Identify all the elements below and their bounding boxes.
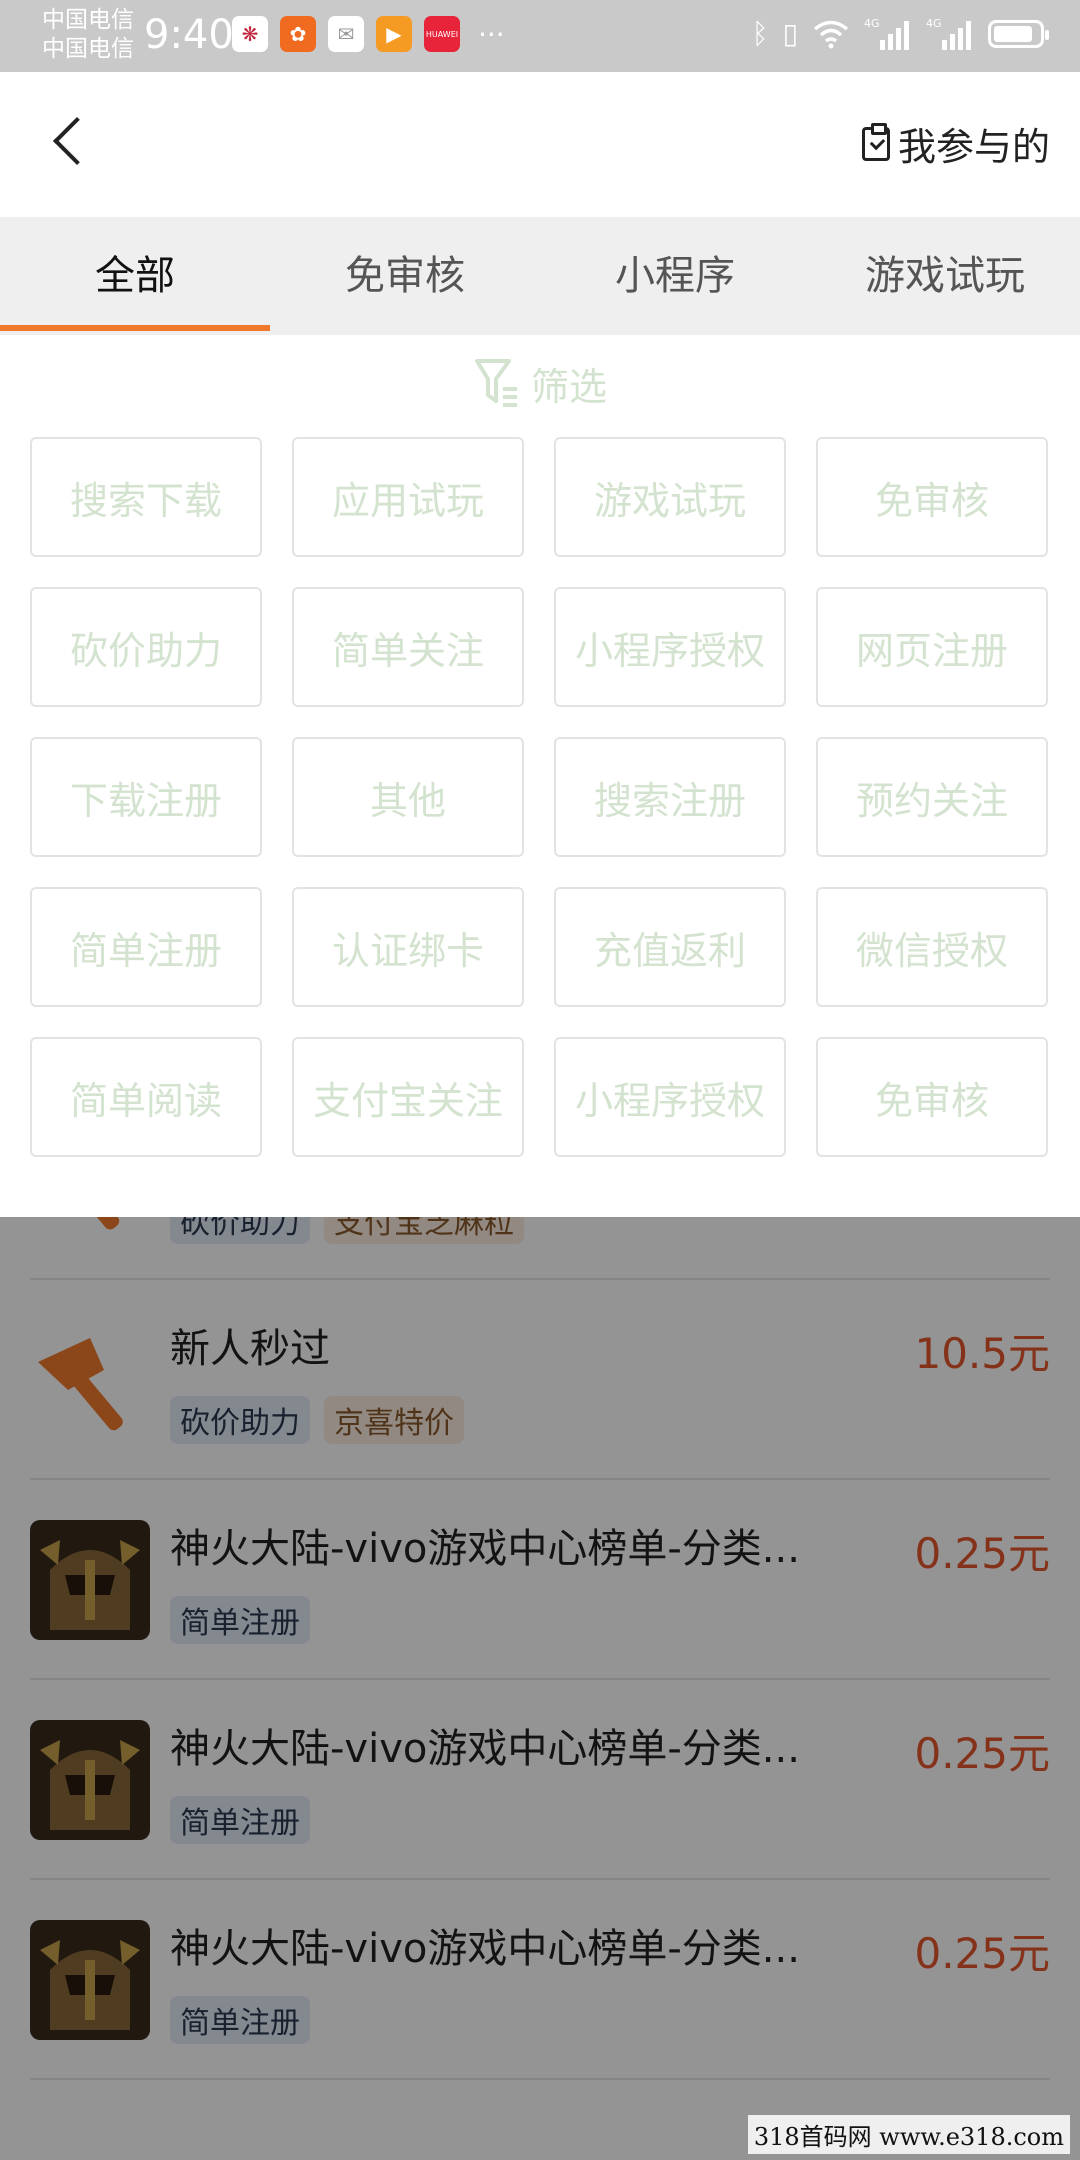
- filter-label: 筛选: [530, 364, 607, 409]
- mail-app-icon: ✉: [328, 16, 364, 52]
- my-participation-button[interactable]: 我参与的: [861, 116, 1050, 171]
- filter-chip[interactable]: 免审核: [816, 1037, 1048, 1157]
- signal-label: 4G: [926, 17, 942, 30]
- filter-chip[interactable]: 网页注册: [816, 587, 1048, 707]
- signal-4g-icon: 4G: [926, 17, 971, 50]
- filter-chip[interactable]: 简单注册: [30, 887, 262, 1007]
- wifi-icon: [813, 20, 849, 49]
- filter-chip[interactable]: 小程序授权: [554, 1037, 786, 1157]
- red-snowflake-app-icon: ❋: [232, 16, 268, 52]
- tab-mini-program[interactable]: 小程序: [540, 217, 810, 335]
- watermark: 318首码网 www.e318.com: [747, 2115, 1070, 2154]
- tab-game-trial[interactable]: 游戏试玩: [810, 217, 1080, 335]
- filter-chip-grid: 搜索下载 应用试玩 游戏试玩 免审核 砍价助力 简单关注 小程序授权 网页注册 …: [30, 437, 1050, 1157]
- filter-chip[interactable]: 充值返利: [554, 887, 786, 1007]
- signal-4g-icon: 4G: [864, 17, 909, 50]
- filter-chip[interactable]: 微信授权: [816, 887, 1048, 1007]
- vibrate-icon: ▯: [782, 17, 798, 50]
- huawei-app-icon: HUAWEI: [424, 16, 460, 52]
- tab-all[interactable]: 全部: [0, 217, 270, 335]
- filter-chip[interactable]: 小程序授权: [554, 587, 786, 707]
- status-indicators: ᛒ ▯ 4G 4G: [751, 14, 1049, 54]
- more-icon: ···: [478, 17, 505, 51]
- filter-chip[interactable]: 简单阅读: [30, 1037, 262, 1157]
- battery-icon: [988, 20, 1049, 48]
- carrier-label: 中国电信: [42, 7, 134, 33]
- filter-chip[interactable]: 下载注册: [30, 737, 262, 857]
- filter-chip[interactable]: 预约关注: [816, 737, 1048, 857]
- status-bar: 中国电信 中国电信 9:40 ❋ ✿ ✉ ▶ HUAWEI ··· ᛒ ▯ 4G…: [0, 0, 1080, 72]
- carrier-labels: 中国电信 中国电信: [42, 6, 134, 64]
- carrier-label: 中国电信: [42, 36, 134, 62]
- page-header: 我参与的: [0, 72, 1080, 217]
- filter-panel: 筛选 搜索下载 应用试玩 游戏试玩 免审核 砍价助力 简单关注 小程序授权 网页…: [0, 335, 1080, 1217]
- filter-chip[interactable]: 搜索注册: [554, 737, 786, 857]
- filter-chip[interactable]: 搜索下载: [30, 437, 262, 557]
- filter-chip[interactable]: 支付宝关注: [292, 1037, 524, 1157]
- filter-funnel-icon: [474, 359, 517, 407]
- filter-chip[interactable]: 砍价助力: [30, 587, 262, 707]
- notification-app-icons: ❋ ✿ ✉ ▶ HUAWEI ···: [232, 16, 505, 52]
- video-app-icon: ▶: [376, 16, 412, 52]
- filter-chip[interactable]: 认证绑卡: [292, 887, 524, 1007]
- filter-chip[interactable]: 游戏试玩: [554, 437, 786, 557]
- filter-chip[interactable]: 应用试玩: [292, 437, 524, 557]
- signal-label: 4G: [864, 17, 880, 30]
- clipboard-check-icon: [861, 122, 890, 161]
- filter-chip[interactable]: 简单关注: [292, 587, 524, 707]
- orange-app-icon: ✿: [280, 16, 316, 52]
- back-button[interactable]: [44, 112, 104, 172]
- bluetooth-icon: ᛒ: [751, 17, 769, 50]
- tab-no-review[interactable]: 免审核: [270, 217, 540, 335]
- category-tabs: 全部 免审核 小程序 游戏试玩: [0, 217, 1080, 335]
- status-time: 9:40: [144, 12, 234, 58]
- dim-overlay[interactable]: [0, 1217, 1080, 2160]
- my-participation-label: 我参与的: [897, 125, 1050, 169]
- filter-header[interactable]: 筛选: [0, 355, 1080, 411]
- filter-chip[interactable]: 免审核: [816, 437, 1048, 557]
- filter-chip[interactable]: 其他: [292, 737, 524, 857]
